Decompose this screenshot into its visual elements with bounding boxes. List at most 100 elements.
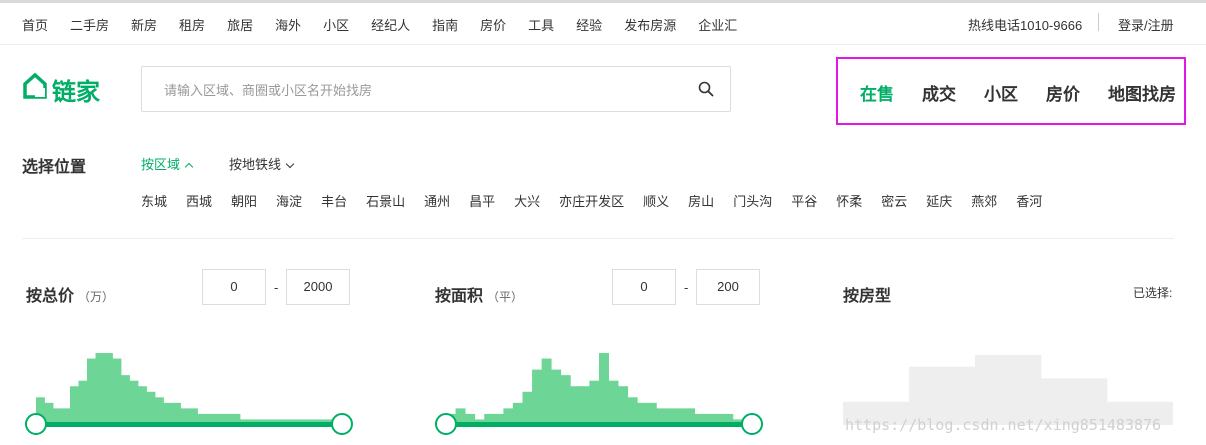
layout-filter-label: 按房型 <box>843 288 892 305</box>
chevron-up-icon <box>184 162 194 171</box>
house-logo-icon <box>23 72 47 99</box>
top-nav-link[interactable]: 房价 <box>480 15 506 34</box>
histogram-bar <box>138 386 147 425</box>
district-item[interactable]: 通州 <box>424 191 450 210</box>
histogram-bar <box>608 380 619 425</box>
top-nav-link[interactable]: 企业汇 <box>698 15 737 34</box>
top-nav-separator <box>1098 13 1099 31</box>
price-slider-track[interactable] <box>36 422 342 427</box>
main-nav-highlight: 在售 成交 小区 房价 地图找房 <box>836 57 1186 125</box>
chevron-down-icon <box>285 159 295 168</box>
price-unit: （万） <box>78 290 115 304</box>
tab-by-district[interactable]: 按区域 <box>141 154 194 173</box>
main-nav-map-search[interactable]: 地图找房 <box>1108 80 1176 105</box>
login-register-link[interactable]: 登录/注册 <box>1118 15 1174 34</box>
district-item[interactable]: 怀柔 <box>836 191 862 210</box>
histogram-bar <box>627 397 638 425</box>
histogram-bar <box>129 380 139 425</box>
selected-label: 已选择: <box>1133 286 1173 300</box>
search-box <box>141 66 731 112</box>
price-filter-label: 按总价 （万） <box>26 282 114 306</box>
price-filter-title: 按总价 <box>26 288 75 305</box>
histogram-bar <box>78 380 88 425</box>
histogram-bar <box>522 391 533 425</box>
top-nav-link[interactable]: 海外 <box>275 15 301 34</box>
district-item[interactable]: 香河 <box>1016 191 1042 210</box>
district-item[interactable]: 昌平 <box>469 191 495 210</box>
district-item[interactable]: 石景山 <box>366 191 405 210</box>
price-max-input[interactable]: 2000 <box>286 269 350 305</box>
histogram-bar <box>541 358 552 425</box>
main-nav-on-sale[interactable]: 在售 <box>860 80 894 105</box>
district-item[interactable]: 亦庄开发区 <box>559 191 624 210</box>
section-divider <box>22 238 1174 239</box>
area-slider-min-handle[interactable] <box>435 413 457 435</box>
search-icon[interactable] <box>698 81 714 97</box>
top-nav-link[interactable]: 工具 <box>528 15 554 34</box>
district-item[interactable]: 房山 <box>688 191 714 210</box>
price-range-dash: - <box>274 280 279 295</box>
district-item[interactable]: 平谷 <box>791 191 817 210</box>
main-nav-prices[interactable]: 房价 <box>1046 80 1080 105</box>
histogram-bar <box>104 353 113 425</box>
histogram-bar <box>155 397 164 425</box>
top-nav-link[interactable]: 经纪人 <box>371 15 410 34</box>
area-filter-title: 按面积 <box>435 288 484 305</box>
area-unit: （平） <box>487 290 524 304</box>
layout-histogram <box>843 355 1173 425</box>
district-list: 东城 西城 朝阳 海淀 丰台 石景山 通州 昌平 大兴 亦庄开发区 顺义 房山 门头沟 平谷 怀柔 密云 延庆燕… <box>141 191 1061 210</box>
price-slider-max-handle[interactable] <box>331 413 353 435</box>
area-slider-track[interactable] <box>446 422 752 427</box>
histogram-bar <box>589 380 600 425</box>
district-item[interactable]: 燕郊 <box>971 191 997 210</box>
area-histogram <box>446 353 752 425</box>
main-nav-communities[interactable]: 小区 <box>984 80 1018 105</box>
histogram-bar <box>975 355 1042 425</box>
hotline-text: 热线电话1010-9666 <box>968 18 1083 33</box>
area-slider-max-handle[interactable] <box>741 413 763 435</box>
top-nav-link[interactable]: 首页 <box>22 15 48 34</box>
top-nav-link[interactable]: 新房 <box>131 15 157 34</box>
watermark-text: https://blog.csdn.net/xing851483876 <box>845 416 1162 434</box>
histogram-bar <box>570 386 581 425</box>
price-min-input[interactable]: 0 <box>202 269 266 305</box>
district-item[interactable]: 海淀 <box>276 191 302 210</box>
brand-name: 链家 <box>52 79 100 106</box>
top-nav-link[interactable]: 二手房 <box>70 15 109 34</box>
histogram-bar <box>70 386 79 425</box>
histogram-bar <box>532 369 543 425</box>
district-item[interactable]: 密云 <box>881 191 907 210</box>
top-nav-link[interactable]: 指南 <box>432 15 458 34</box>
histogram-bar <box>146 391 156 425</box>
top-nav-links: 首页 二手房 新房 租房 旅居 海外 小区 经纪人 指南 房价 工具 经验 发布房源 企业汇 <box>22 15 759 34</box>
area-range-dash: - <box>684 280 689 295</box>
top-nav-link[interactable]: 租房 <box>179 15 205 34</box>
histogram-bar <box>551 369 562 425</box>
histogram-bar <box>87 358 96 425</box>
district-item[interactable]: 丰台 <box>321 191 347 210</box>
top-nav-link[interactable]: 旅居 <box>227 15 253 34</box>
district-item[interactable]: 西城 <box>186 191 212 210</box>
histogram-bar <box>95 353 105 425</box>
tab-by-subway[interactable]: 按地铁线 <box>229 154 295 173</box>
district-item[interactable]: 大兴 <box>514 191 540 210</box>
district-item[interactable]: 朝阳 <box>231 191 257 210</box>
district-item[interactable]: 顺义 <box>643 191 669 210</box>
area-max-input[interactable]: 200 <box>696 269 760 305</box>
price-slider-min-handle[interactable] <box>25 413 47 435</box>
district-item[interactable]: 东城 <box>141 191 167 210</box>
price-histogram <box>36 353 342 425</box>
search-input[interactable] <box>162 79 686 101</box>
histogram-bar <box>618 386 629 425</box>
histogram-bar <box>560 375 571 425</box>
district-item[interactable]: 门头沟 <box>733 191 772 210</box>
tab-by-district-label: 按区域 <box>141 157 181 172</box>
location-title: 选择位置 <box>22 159 87 176</box>
top-nav-link[interactable]: 发布房源 <box>624 15 676 34</box>
main-nav-sold[interactable]: 成交 <box>922 80 956 105</box>
top-nav: 首页 二手房 新房 租房 旅居 海外 小区 经纪人 指南 房价 工具 经验 发布房源 企业汇 热线电话10… <box>0 0 1206 45</box>
top-nav-link[interactable]: 小区 <box>323 15 349 34</box>
district-item[interactable]: 延庆 <box>926 191 952 210</box>
area-min-input[interactable]: 0 <box>612 269 676 305</box>
top-nav-link[interactable]: 经验 <box>576 15 602 34</box>
